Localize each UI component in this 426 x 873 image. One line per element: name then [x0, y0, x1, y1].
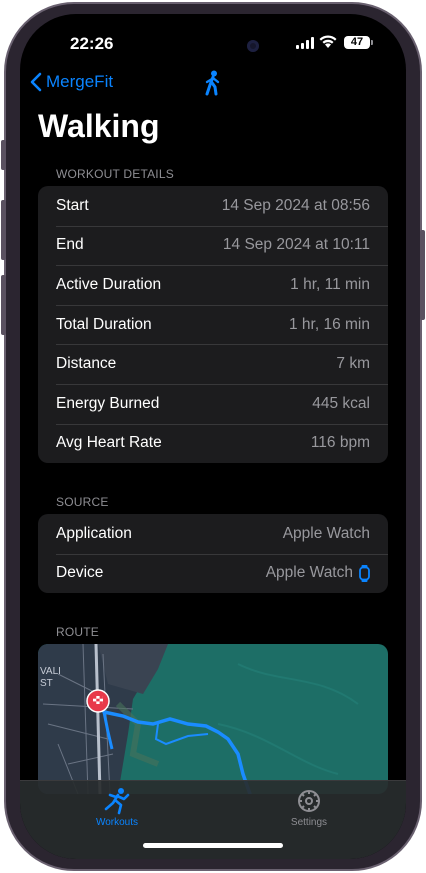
workouts-icon	[104, 788, 130, 815]
row-value: 14 Sep 2024 at 10:11	[222, 236, 370, 254]
row-label: Distance	[56, 355, 117, 373]
row-value: 1 hr, 16 min	[289, 315, 370, 333]
row-label: Application	[56, 524, 132, 542]
row-value-container: Apple Watch	[266, 564, 370, 582]
row-value: 445 kcal	[312, 394, 370, 412]
screen: 22:26 47 MergeFit Walking WORKOUT DETAIL…	[20, 14, 406, 859]
tab-settings[interactable]: Settings	[259, 787, 359, 828]
finish-flag-pin-icon	[86, 689, 110, 713]
page-title: Walking	[38, 108, 160, 144]
row-value: Apple Watch	[265, 564, 353, 582]
battery-indicator: 47	[344, 36, 370, 49]
row-label: Active Duration	[56, 275, 162, 293]
action-button	[1, 140, 6, 170]
source-header: SOURCE	[56, 495, 109, 509]
volume-up-button	[1, 200, 6, 260]
tab-label: Settings	[290, 817, 328, 828]
wifi-icon	[319, 35, 337, 48]
row-value: 116 bpm	[310, 434, 370, 452]
row-value: 1 hr, 11 min	[290, 275, 370, 293]
detail-row-start: Start 14 Sep 2024 at 08:56	[38, 186, 388, 226]
detail-row-distance: Distance 7 km	[38, 344, 388, 384]
row-value: 14 Sep 2024 at 08:56	[221, 196, 370, 214]
apple-watch-icon	[359, 564, 370, 582]
tab-label: Workouts	[95, 817, 139, 828]
detail-row-avg-heart-rate: Avg Heart Rate 116 bpm	[38, 423, 388, 464]
source-row-application: Application Apple Watch	[38, 514, 388, 554]
settings-gear-icon	[298, 790, 320, 812]
row-label: Energy Burned	[56, 394, 160, 412]
map-label-st: ST	[40, 678, 53, 689]
row-label: Total Duration	[56, 315, 152, 333]
side-button	[420, 230, 425, 320]
row-label: End	[56, 236, 84, 254]
workout-details-group: Start 14 Sep 2024 at 08:56 End 14 Sep 20…	[38, 186, 388, 464]
walking-figure-icon	[205, 70, 220, 96]
tab-workouts[interactable]: Workouts	[67, 787, 167, 828]
battery-tip	[371, 40, 373, 45]
route-header: ROUTE	[56, 625, 99, 639]
home-indicator[interactable]	[143, 843, 283, 848]
route-map[interactable]: VALI ST	[38, 644, 388, 794]
source-row-device: Device Apple Watch	[38, 553, 388, 594]
status-time: 22:26	[70, 34, 114, 53]
chevron-left-icon	[30, 72, 42, 92]
map-label-vali: VALI	[40, 666, 61, 677]
row-label: Avg Heart Rate	[56, 434, 162, 452]
back-button[interactable]: MergeFit	[30, 72, 113, 92]
row-value: Apple Watch	[282, 524, 370, 542]
back-label: MergeFit	[46, 72, 114, 91]
detail-row-active-duration: Active Duration 1 hr, 11 min	[38, 265, 388, 305]
workout-details-header: WORKOUT DETAILS	[56, 167, 174, 181]
source-group: Application Apple Watch Device Apple Wat…	[38, 514, 388, 594]
cellular-signal-icon	[296, 37, 314, 49]
volume-down-button	[1, 275, 6, 335]
detail-row-total-duration: Total Duration 1 hr, 16 min	[38, 304, 388, 345]
row-label: Device	[56, 564, 104, 582]
route-map-graphic: VALI ST	[38, 644, 388, 794]
row-value: 7 km	[336, 355, 370, 373]
row-label: Start	[56, 196, 89, 214]
detail-row-end: End 14 Sep 2024 at 10:11	[38, 225, 388, 266]
detail-row-energy-burned: Energy Burned 445 kcal	[38, 383, 388, 424]
camera-icon	[247, 40, 259, 52]
